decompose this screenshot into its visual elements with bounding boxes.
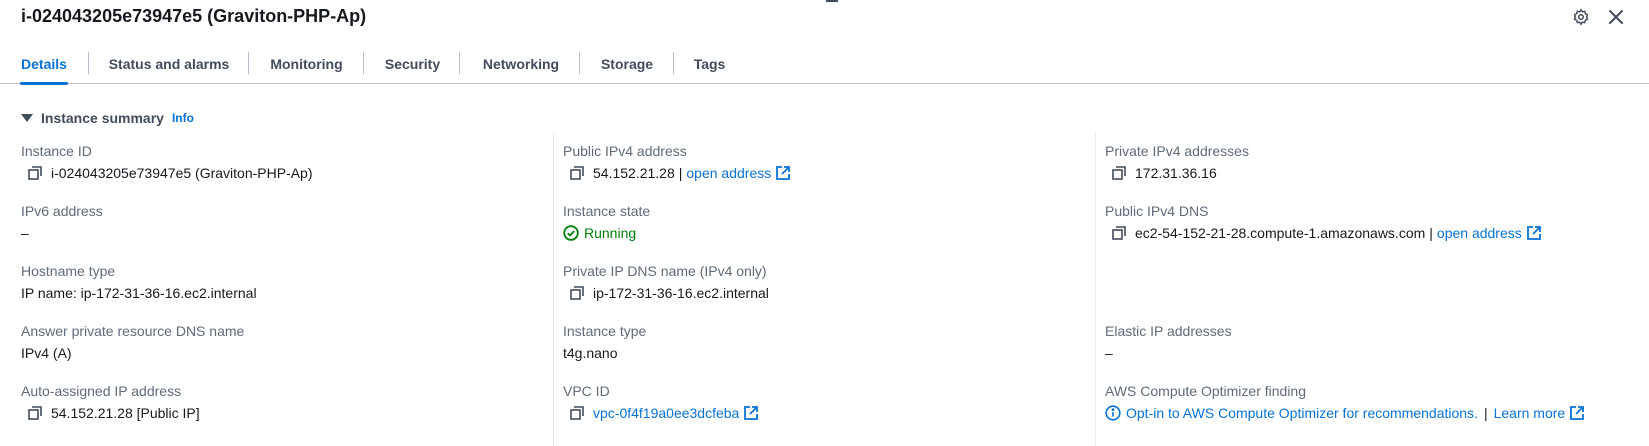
tab-networking[interactable]: Networking [481,44,561,84]
tab-divider [248,52,249,74]
field-label: IPv6 address [21,203,103,219]
optimizer-opt-in-link[interactable]: Opt-in to AWS Compute Optimizer for reco… [1126,404,1478,422]
vpc-id-link[interactable]: vpc-0f4f19a0ee3dcfeba [593,404,739,422]
copy-icon[interactable] [568,164,586,182]
field-label: VPC ID [563,383,610,399]
ipv6-value: – [21,225,29,241]
field-label: Private IP DNS name (IPv4 only) [563,263,767,279]
field-vpc-id: VPC ID vpc-0f4f19a0ee3dcfeba [563,382,759,422]
field-label: AWS Compute Optimizer finding [1105,383,1306,399]
tab-divider [363,52,364,74]
answer-dns-value: IPv4 (A) [21,345,72,361]
open-address-link[interactable]: open address [1437,224,1522,242]
copy-icon[interactable] [26,164,44,182]
field-label: Public IPv4 DNS [1105,203,1209,219]
instance-type-value: t4g.nano [563,345,618,361]
tab-divider [673,52,674,74]
copy-icon[interactable] [26,404,44,422]
copy-icon[interactable] [1110,224,1128,242]
private-dns-value: ip-172-31-36-16.ec2.internal [593,285,769,301]
separator: | [678,165,683,181]
tab-monitoring[interactable]: Monitoring [270,44,343,84]
field-instance-state: Instance state Running [563,202,650,242]
field-private-dns: Private IP DNS name (IPv4 only) ip-172-3… [563,262,769,302]
external-link-icon[interactable] [1570,406,1585,420]
close-icon[interactable] [1606,7,1626,27]
field-label: Instance state [563,203,651,219]
column-divider [1095,132,1096,446]
field-answer-dns: Answer private resource DNS name IPv4 (A… [21,322,244,362]
tab-divider [88,52,89,74]
external-link-icon[interactable] [1526,226,1541,240]
caret-down-icon [21,114,33,122]
external-link-icon[interactable] [744,406,759,420]
section-title: Instance summary [41,110,164,126]
resize-handle[interactable] [826,0,838,2]
info-circle-icon [1105,405,1121,421]
field-label: Elastic IP addresses [1105,323,1232,339]
instance-title: i-024043205e73947e5 (Graviton-PHP-Ap) [21,6,367,26]
tab-storage[interactable]: Storage [601,44,653,84]
field-private-ipv4: Private IPv4 addresses 172.31.36.16 [1105,142,1249,182]
copy-icon[interactable] [568,404,586,422]
check-circle-icon [563,225,579,241]
tab-details[interactable]: Details [20,44,68,85]
hostname-type-value: IP name: ip-172-31-36-16.ec2.internal [21,285,257,301]
field-instance-id: Instance ID i-024043205e73947e5 (Gravito… [21,142,313,182]
field-label: Instance ID [21,143,92,159]
tab-security[interactable]: Security [385,44,440,84]
field-label: Public IPv4 address [563,143,687,159]
field-label: Auto-assigned IP address [21,383,182,399]
auto-ip-value: 54.152.21.28 [Public IP] [51,405,200,421]
instance-summary-toggle[interactable]: Instance summary Info [21,108,194,128]
panel-header: i-024043205e73947e5 (Graviton-PHP-Ap) [0,0,1649,36]
tab-divider [579,52,580,74]
copy-icon[interactable] [568,284,586,302]
field-label: Answer private resource DNS name [21,323,245,339]
separator: | [1483,405,1488,421]
instance-id-value: i-024043205e73947e5 (Graviton-PHP-Ap) [51,165,313,181]
private-ipv4-value: 172.31.36.16 [1135,165,1217,181]
field-label: Instance type [563,323,647,339]
separator: | [1429,225,1433,241]
elastic-ip-value: – [1105,345,1113,361]
open-address-link[interactable]: open address [686,164,771,182]
public-ipv4-value: 54.152.21.28 [593,165,675,181]
tab-divider [459,52,460,74]
tab-status-and-alarms[interactable]: Status and alarms [109,44,230,84]
field-public-ipv4: Public IPv4 address 54.152.21.28 | open … [563,142,791,182]
info-link[interactable]: Info [172,111,194,125]
field-instance-type: Instance type t4g.nano [563,322,646,362]
field-label: Private IPv4 addresses [1105,143,1249,159]
field-compute-optimizer: AWS Compute Optimizer finding Opt-in to … [1105,382,1585,422]
field-label: Hostname type [21,263,116,279]
column-divider [553,132,554,446]
field-ipv6: IPv6 address – [21,202,103,242]
public-dns-value: ec2-54-152-21-28.compute-1.amazonaws.com [1135,225,1426,241]
field-elastic-ip: Elastic IP addresses – [1105,322,1232,362]
field-hostname-type: Hostname type IP name: ip-172-31-36-16.e… [21,262,257,302]
tab-tags[interactable]: Tags [694,44,726,84]
field-auto-ip: Auto-assigned IP address 54.152.21.28 [P… [21,382,200,422]
field-public-dns: Public IPv4 DNS ec2-54-152-21-28.compute… [1105,202,1541,242]
external-link-icon[interactable] [776,166,791,180]
copy-icon[interactable] [1110,164,1128,182]
instance-state-value: Running [584,225,637,241]
gear-icon[interactable] [1571,7,1591,27]
learn-more-link[interactable]: Learn more [1494,404,1566,422]
